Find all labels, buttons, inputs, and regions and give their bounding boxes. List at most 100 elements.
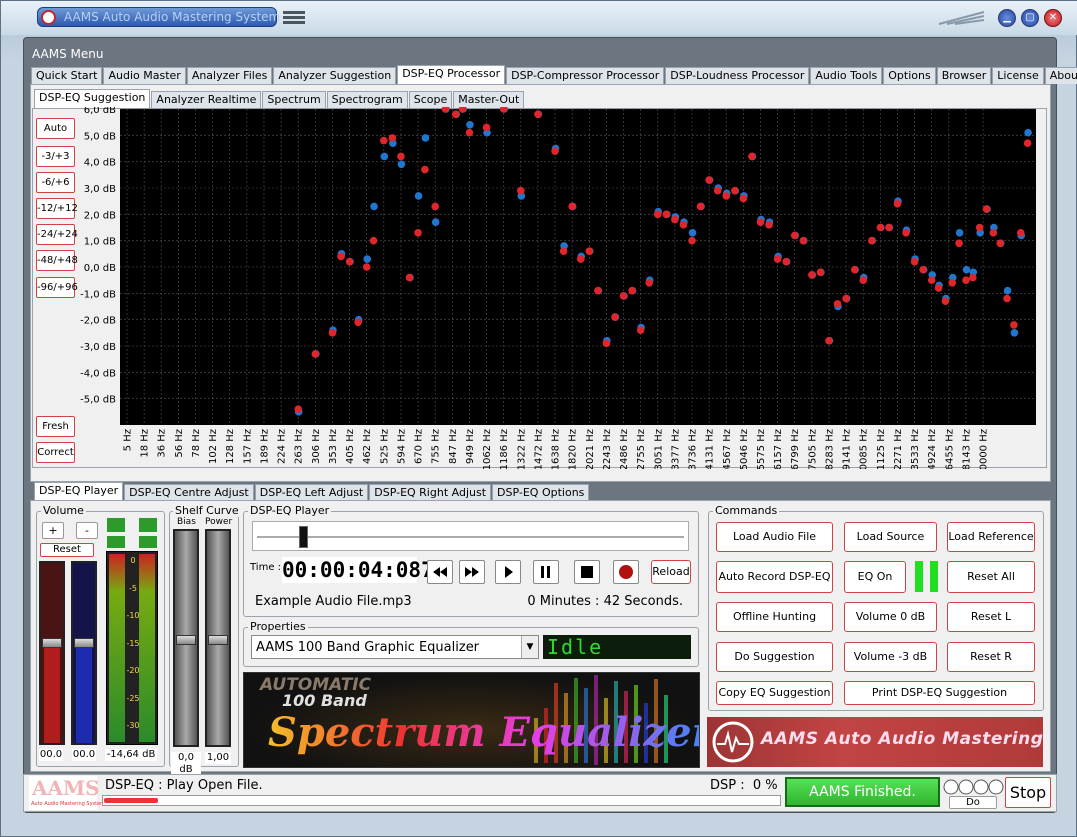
range-button-12-12[interactable]: -12/+12 [36,198,78,219]
eq-point-red [1010,321,1018,329]
level-meter: 0 -5 -10 -15 -20 -25 -30 [106,551,158,745]
lowertab-dsp-eq-centre-adjust[interactable]: DSP-EQ Centre Adjust [124,484,254,501]
chart-y-tick-label: -4,0 dB [80,368,116,379]
volume-right-knob[interactable] [74,637,94,648]
fresh-button[interactable]: Fresh [36,416,75,437]
subtab-spectrum[interactable]: Spectrum [262,91,326,108]
chart-x-tick-label: 20000 Hz [979,429,990,469]
stop-button[interactable]: Stop [1005,777,1051,808]
offline-hunting-button[interactable]: Offline Hunting [716,602,833,632]
status-logo: AAMS Auto Audio Mastering System [29,776,105,810]
lowertab-dsp-eq-options[interactable]: DSP-EQ Options [492,484,590,501]
stop-playback-button[interactable] [574,560,600,584]
rewind-button[interactable] [427,560,453,584]
lowertab-dsp-eq-player[interactable]: DSP-EQ Player [34,482,124,501]
power-fader[interactable] [205,529,231,747]
range-button-6-6[interactable]: -6/+6 [36,172,75,193]
load-reference-button[interactable]: Load Reference [947,522,1035,552]
tab-quick-start[interactable]: Quick Start [31,67,103,84]
tab-about[interactable]: About [1044,67,1077,84]
subtab-dsp-eq-suggestion[interactable]: DSP-EQ Suggestion [34,89,151,108]
tab-analyzer-suggestion[interactable]: Analyzer Suggestion [273,67,397,84]
eq-point-blue [397,160,406,169]
eq-on-button[interactable]: EQ On [844,561,906,593]
range-button-96-96[interactable]: -96/+96 [36,277,78,298]
position-slider[interactable] [252,521,689,551]
eq-point-red [910,257,919,266]
reset-r-button[interactable]: Reset R [947,642,1035,672]
chart-y-tick-label: 1,0 dB [84,237,116,248]
volume-left-fader[interactable] [39,561,65,745]
chevron-down-icon[interactable]: ▼ [521,636,538,658]
app-window: AAMS Auto Audio Mastering System ▁ ▢ ✕ A… [0,0,1077,837]
tab-audio-tools[interactable]: Audio Tools [810,67,883,84]
range-button-24-24[interactable]: -24/+24 [36,224,78,245]
do-suggestion-button[interactable]: Do Suggestion [716,642,833,672]
range-button-48-48[interactable]: -48/+48 [36,250,78,271]
eq-point-blue [1003,286,1012,295]
volume-minus3db-button[interactable]: Volume -3 dB [844,642,937,672]
eq-point-red [982,205,991,213]
reload-button[interactable]: Reload [651,560,691,584]
print-eq-suggestion-button[interactable]: Print DSP-EQ Suggestion [844,681,1035,705]
subtab-analyzer-realtime[interactable]: Analyzer Realtime [151,91,262,108]
lowertab-dsp-eq-left-adjust[interactable]: DSP-EQ Left Adjust [254,484,369,501]
do-button[interactable]: Do [949,796,997,809]
chart-x-tick-label: 9141 Hz [842,429,853,469]
reset-l-button[interactable]: Reset L [947,602,1035,632]
preset-select[interactable]: AAMS 100 Band Graphic Equalizer ▼ [251,635,539,659]
chart-y-tick-label: 5,0 dB [84,131,116,142]
subtab-master-out[interactable]: Master-Out [453,91,525,108]
volume-right-fader[interactable] [71,561,97,745]
eq-point-red [594,286,602,295]
bias-knob[interactable] [176,635,196,645]
tab-audio-master[interactable]: Audio Master [103,67,186,84]
minimize-button[interactable]: ▁ [998,9,1016,27]
power-knob[interactable] [208,635,228,645]
tab-browser[interactable]: Browser [936,67,992,84]
close-button[interactable]: ✕ [1044,9,1062,27]
eq-point-red [602,339,611,348]
tab-analyzer-files[interactable]: Analyzer Files [186,67,273,84]
tab-dsp-loudness-processor[interactable]: DSP-Loudness Processor [665,67,810,84]
tab-dsp-compressor-processor[interactable]: DSP-Compressor Processor [506,67,665,84]
position-thumb[interactable] [299,526,308,548]
chart-x-tick-label: 5575 Hz [756,429,767,469]
range-button-Auto[interactable]: Auto [36,118,75,139]
maximize-button[interactable]: ▢ [1021,9,1039,27]
play-button[interactable] [495,560,521,584]
eq-point-red [833,300,842,308]
volume-reset-button[interactable]: Reset [40,543,94,557]
subtab-scope[interactable]: Scope [408,91,453,108]
status-progress [102,795,781,806]
properties-label: Properties [248,620,308,633]
auto-record-button[interactable]: Auto Record DSP-EQ [716,561,833,593]
tab-license[interactable]: License [992,67,1044,84]
eq-point-red [294,405,303,414]
range-button-3-3[interactable]: -3/+3 [36,146,75,167]
hamburger-menu-icon[interactable] [283,11,305,24]
copy-eq-suggestion-button[interactable]: Copy EQ Suggestion [716,681,833,705]
record-button[interactable] [613,560,639,584]
bias-fader[interactable] [173,529,199,747]
volume-0db-button[interactable]: Volume 0 dB [844,602,937,632]
eq-point-red [662,210,671,219]
chart-y-tick-label: -5,0 dB [80,395,116,406]
load-audio-file-button[interactable]: Load Audio File [716,522,833,552]
time-display: 00:00:04:087 [282,557,434,583]
tab-options[interactable]: Options [883,67,936,84]
reset-all-button[interactable]: Reset All [947,561,1035,593]
spectrum-equalizer-banner: AUTOMATIC 100 Band Spectrum Equalizer [243,672,700,768]
volume-left-knob[interactable] [42,637,62,648]
tab-dsp-eq-processor[interactable]: DSP-EQ Processor [397,65,506,84]
load-source-button[interactable]: Load Source [844,522,937,552]
fast-forward-button[interactable] [459,560,485,584]
pause-button[interactable] [533,560,559,584]
eq-point-red [927,276,936,284]
chart-x-tick-label: 6799 Hz [790,429,801,469]
volume-up-button[interactable]: + [42,522,64,539]
lowertab-dsp-eq-right-adjust[interactable]: DSP-EQ Right Adjust [369,484,492,501]
correct-button[interactable]: Correct [36,442,75,463]
subtab-spectrogram[interactable]: Spectrogram [326,91,408,108]
volume-down-button[interactable]: - [76,522,98,539]
